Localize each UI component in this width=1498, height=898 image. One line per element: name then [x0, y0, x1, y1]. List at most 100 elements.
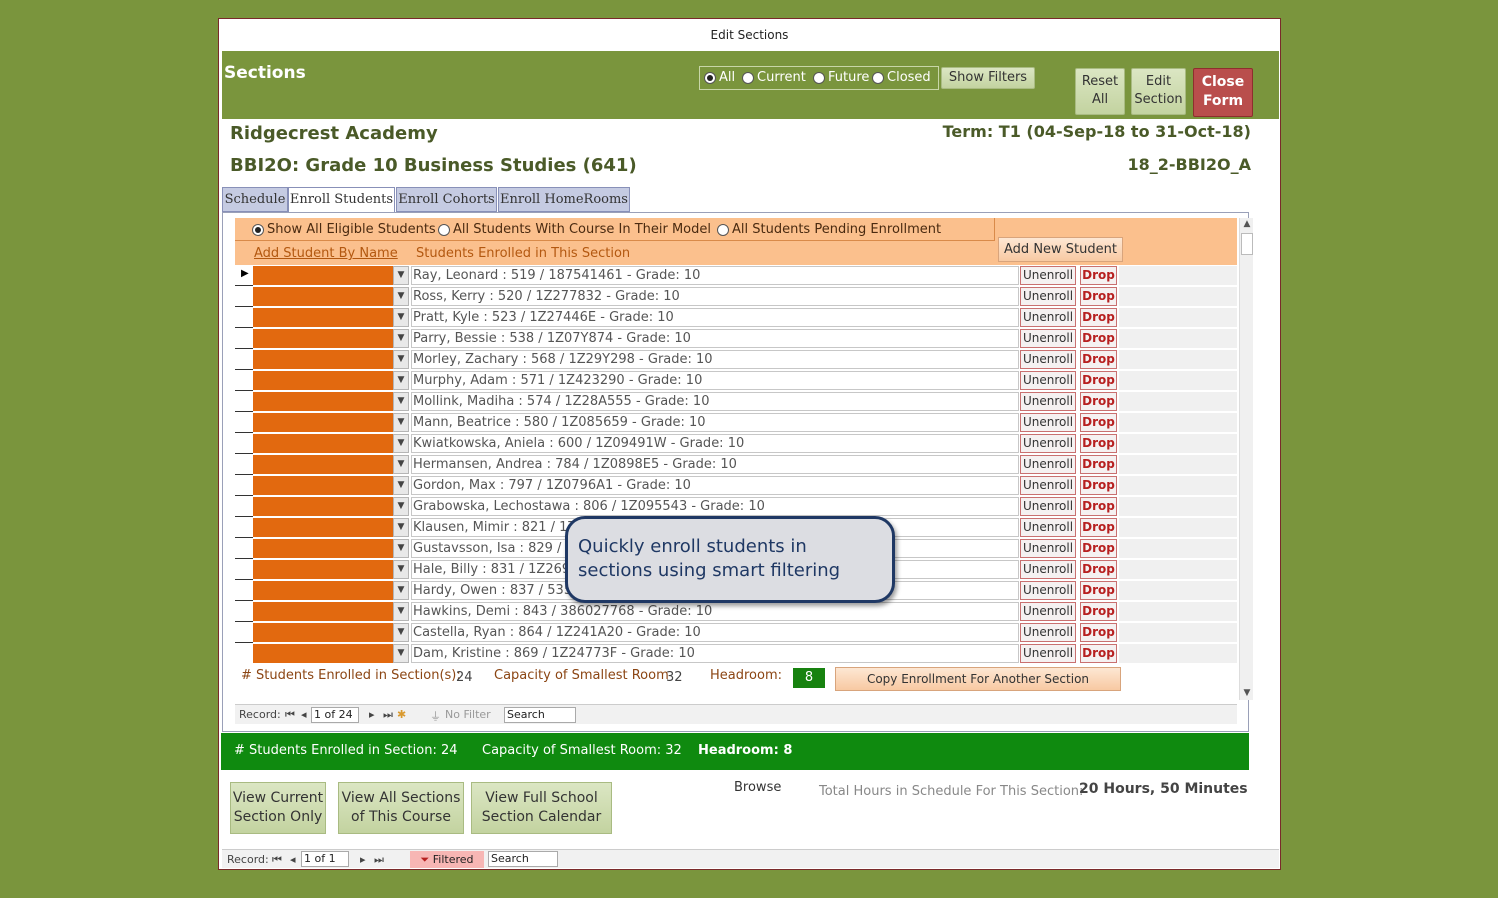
- row-selector[interactable]: [235, 601, 253, 622]
- chevron-down-icon[interactable]: ▼: [393, 602, 409, 621]
- next-record-icon[interactable]: ▸: [360, 853, 366, 866]
- chevron-down-icon[interactable]: ▼: [393, 497, 409, 516]
- tab-schedule[interactable]: Schedule: [222, 187, 288, 212]
- row-selector[interactable]: [235, 496, 253, 517]
- drop-button[interactable]: Drop: [1080, 434, 1117, 453]
- chevron-down-icon[interactable]: ▼: [393, 560, 409, 579]
- unenroll-button[interactable]: Unenroll: [1020, 413, 1076, 432]
- filtered-toggle[interactable]: ⏷ Filtered: [410, 851, 484, 868]
- chevron-down-icon[interactable]: ▼: [393, 434, 409, 453]
- unenroll-button[interactable]: Unenroll: [1020, 350, 1076, 369]
- unenroll-button[interactable]: Unenroll: [1020, 560, 1076, 579]
- last-record-icon[interactable]: ⏭: [383, 708, 393, 722]
- add-student-combo[interactable]: [253, 329, 393, 348]
- tab-enroll-cohorts[interactable]: Enroll Cohorts: [396, 187, 497, 212]
- unenroll-button[interactable]: Unenroll: [1020, 371, 1076, 390]
- show-filters-button[interactable]: Show Filters: [941, 67, 1035, 89]
- add-student-combo[interactable]: [253, 539, 393, 558]
- unenroll-button[interactable]: Unenroll: [1020, 644, 1076, 663]
- drop-button[interactable]: Drop: [1080, 308, 1117, 327]
- add-student-combo[interactable]: [253, 308, 393, 327]
- add-student-combo[interactable]: [253, 560, 393, 579]
- unenroll-button[interactable]: Unenroll: [1020, 329, 1076, 348]
- row-selector[interactable]: [235, 433, 253, 454]
- close-form-button[interactable]: Close Form: [1193, 68, 1253, 117]
- unenroll-button[interactable]: Unenroll: [1020, 308, 1076, 327]
- new-record-icon[interactable]: ✱: [397, 708, 406, 721]
- add-student-combo[interactable]: [253, 518, 393, 537]
- add-student-combo[interactable]: [253, 644, 393, 663]
- row-selector[interactable]: [235, 328, 253, 349]
- add-student-combo[interactable]: [253, 602, 393, 621]
- chevron-down-icon[interactable]: ▼: [393, 476, 409, 495]
- first-record-icon[interactable]: ⏮: [272, 853, 282, 867]
- unenroll-button[interactable]: Unenroll: [1020, 434, 1076, 453]
- record-position-input[interactable]: 1 of 1: [301, 851, 349, 867]
- row-selector[interactable]: [235, 412, 253, 433]
- filter-future[interactable]: Future: [813, 70, 869, 85]
- drop-button[interactable]: Drop: [1080, 518, 1117, 537]
- add-student-combo[interactable]: [253, 392, 393, 411]
- chevron-down-icon[interactable]: ▼: [393, 392, 409, 411]
- drop-button[interactable]: Drop: [1080, 413, 1117, 432]
- edit-section-button[interactable]: Edit Section: [1131, 68, 1186, 115]
- unenroll-button[interactable]: Unenroll: [1020, 518, 1076, 537]
- view-school-calendar-button[interactable]: View Full School Section Calendar: [471, 782, 612, 834]
- add-student-combo[interactable]: [253, 266, 393, 285]
- vertical-scrollbar[interactable]: ▲ ▼: [1239, 218, 1253, 700]
- filter-current[interactable]: Current: [742, 70, 806, 85]
- unenroll-button[interactable]: Unenroll: [1020, 392, 1076, 411]
- row-selector[interactable]: [235, 454, 253, 475]
- drop-button[interactable]: Drop: [1080, 560, 1117, 579]
- unenroll-button[interactable]: Unenroll: [1020, 455, 1076, 474]
- chevron-down-icon[interactable]: ▼: [393, 455, 409, 474]
- unenroll-button[interactable]: Unenroll: [1020, 581, 1076, 600]
- add-student-combo[interactable]: [253, 476, 393, 495]
- drop-button[interactable]: Drop: [1080, 371, 1117, 390]
- row-selector[interactable]: [235, 559, 253, 580]
- drop-button[interactable]: Drop: [1080, 266, 1117, 285]
- unenroll-button[interactable]: Unenroll: [1020, 266, 1076, 285]
- chevron-down-icon[interactable]: ▼: [393, 266, 409, 285]
- chevron-down-icon[interactable]: ▼: [393, 413, 409, 432]
- unenroll-button[interactable]: Unenroll: [1020, 623, 1076, 642]
- row-selector[interactable]: [235, 286, 253, 307]
- chevron-down-icon[interactable]: ▼: [393, 371, 409, 390]
- chevron-down-icon[interactable]: ▼: [393, 539, 409, 558]
- drop-button[interactable]: Drop: [1080, 644, 1117, 663]
- row-selector[interactable]: ▶: [235, 265, 253, 286]
- row-selector[interactable]: [235, 517, 253, 538]
- scroll-thumb[interactable]: [1241, 233, 1253, 255]
- add-new-student-button[interactable]: Add New Student: [998, 237, 1123, 262]
- drop-button[interactable]: Drop: [1080, 329, 1117, 348]
- unenroll-button[interactable]: Unenroll: [1020, 287, 1076, 306]
- inner-search-input[interactable]: Search: [504, 707, 576, 723]
- next-record-icon[interactable]: ▸: [369, 708, 375, 721]
- row-selector[interactable]: [235, 475, 253, 496]
- row-selector[interactable]: [235, 370, 253, 391]
- filter-all[interactable]: All: [704, 70, 735, 85]
- chevron-down-icon[interactable]: ▼: [393, 308, 409, 327]
- outer-search-input[interactable]: Search: [488, 851, 558, 867]
- option-pending-enrollment[interactable]: All Students Pending Enrollment: [717, 222, 941, 237]
- add-student-combo[interactable]: [253, 413, 393, 432]
- drop-button[interactable]: Drop: [1080, 602, 1117, 621]
- add-student-combo[interactable]: [253, 434, 393, 453]
- reset-all-button[interactable]: Reset All: [1075, 68, 1125, 115]
- add-student-combo[interactable]: [253, 497, 393, 516]
- view-all-sections-button[interactable]: View All Sections of This Course: [338, 782, 464, 834]
- row-selector[interactable]: [235, 538, 253, 559]
- row-selector[interactable]: [235, 349, 253, 370]
- no-filter-label[interactable]: No Filter: [445, 708, 491, 721]
- drop-button[interactable]: Drop: [1080, 623, 1117, 642]
- add-student-combo[interactable]: [253, 350, 393, 369]
- row-selector[interactable]: [235, 391, 253, 412]
- drop-button[interactable]: Drop: [1080, 497, 1117, 516]
- unenroll-button[interactable]: Unenroll: [1020, 539, 1076, 558]
- add-student-combo[interactable]: [253, 371, 393, 390]
- tab-enroll-students[interactable]: Enroll Students: [288, 187, 395, 213]
- chevron-down-icon[interactable]: ▼: [393, 644, 409, 663]
- add-student-combo[interactable]: [253, 455, 393, 474]
- first-record-icon[interactable]: ⏮: [285, 708, 295, 722]
- filter-closed[interactable]: Closed: [872, 70, 931, 85]
